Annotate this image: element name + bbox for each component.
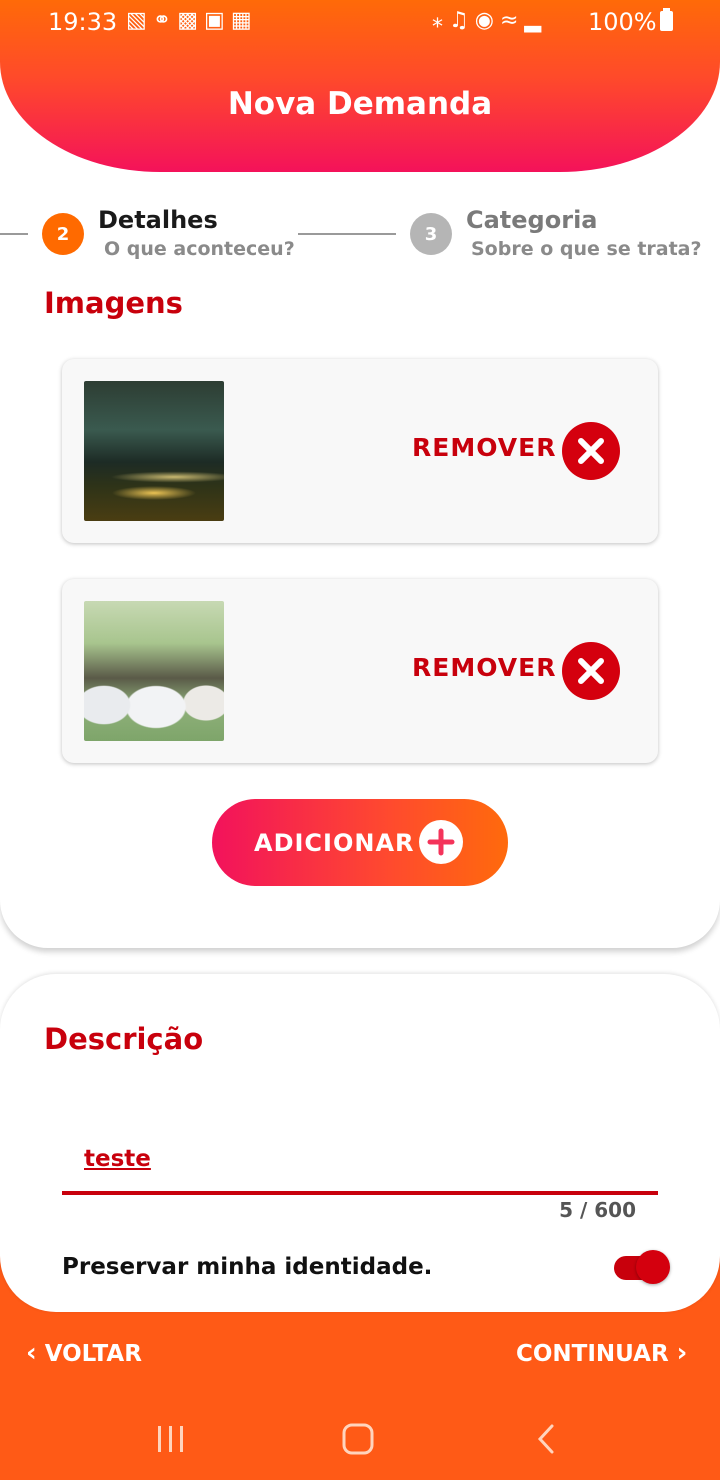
page-title: Nova Demanda <box>227 86 493 122</box>
continue-button[interactable]: CONTINUAR › <box>516 1338 687 1368</box>
mute-icon: ♫ <box>449 8 475 33</box>
image-thumbnail-city[interactable] <box>84 381 224 521</box>
step-2-subtitle: O que aconteceu? <box>104 238 295 260</box>
remove-image-label[interactable]: REMOVER <box>412 653 556 682</box>
step-2-title: Detalhes <box>98 206 218 234</box>
signal-icon: ▂ <box>524 8 548 33</box>
step-connector <box>0 233 28 235</box>
home-icon[interactable] <box>342 1423 374 1455</box>
step-3-title: Categoria <box>466 206 598 234</box>
description-input[interactable]: teste <box>84 1146 151 1172</box>
step-3-indicator[interactable]: 3 <box>410 213 452 255</box>
calendar-icon: ▦ <box>230 8 258 33</box>
continue-label: CONTINUAR <box>516 1341 669 1367</box>
status-bar: 19:33 ▧⚭▩▣▦ ⁎♫◉≈▂ 100% <box>0 0 720 44</box>
image-icon: ▣ <box>204 8 231 33</box>
app-root: 19:33 ▧⚭▩▣▦ ⁎♫◉≈▂ 100% Nova Demanda 2 De… <box>0 0 720 1480</box>
equalizer-icon: ▧ <box>126 8 153 33</box>
system-icons: ⁎♫◉≈▂ <box>432 8 547 33</box>
link-icon: ⚭ <box>152 8 178 33</box>
plus-icon <box>419 820 463 864</box>
status-time: 19:33 <box>48 8 118 36</box>
add-image-button[interactable]: ADICIONAR <box>212 799 508 886</box>
chevron-left-icon: ‹ <box>26 1338 37 1368</box>
step-number: 2 <box>56 223 70 245</box>
step-3-subtitle: Sobre o que se trata? <box>471 238 702 260</box>
wifi-icon: ≈ <box>499 8 525 33</box>
image-thumbnail-routers[interactable] <box>84 601 224 741</box>
images-section-title: Imagens <box>44 286 183 320</box>
description-section-title: Descrição <box>44 1022 204 1056</box>
remove-image-button[interactable] <box>562 422 620 480</box>
header: 19:33 ▧⚭▩▣▦ ⁎♫◉≈▂ 100% Nova Demanda <box>0 0 720 172</box>
image-item: REMOVER <box>62 359 658 543</box>
sim-icon: ▩ <box>177 8 205 33</box>
remove-image-label[interactable]: REMOVER <box>412 433 556 462</box>
remove-image-button[interactable] <box>562 642 620 700</box>
description-char-counter: 5 / 600 <box>559 1198 636 1222</box>
step-2-indicator[interactable]: 2 <box>42 213 84 255</box>
back-label: VOLTAR <box>44 1341 142 1367</box>
recent-apps-icon[interactable] <box>158 1426 183 1452</box>
close-icon <box>578 438 604 464</box>
location-icon: ◉ <box>474 8 500 33</box>
preserve-identity-label: Preservar minha identidade. <box>62 1254 433 1280</box>
step-connector <box>298 233 396 235</box>
toggle-knob[interactable] <box>636 1250 670 1284</box>
image-item: REMOVER <box>62 579 658 763</box>
back-button[interactable]: ‹ VOLTAR <box>26 1338 142 1368</box>
close-icon <box>578 658 604 684</box>
battery-level: 100% <box>588 8 657 36</box>
back-nav-icon[interactable] <box>537 1424 554 1454</box>
battery-icon <box>660 8 673 31</box>
bluetooth-icon: ⁎ <box>432 8 449 33</box>
add-image-label: ADICIONAR <box>254 829 415 857</box>
description-input-underline <box>62 1191 658 1195</box>
system-nav-bar <box>0 1400 720 1480</box>
chevron-right-icon: › <box>676 1338 688 1368</box>
step-number: 3 <box>424 223 438 245</box>
notification-icons: ▧⚭▩▣▦ <box>126 8 258 33</box>
